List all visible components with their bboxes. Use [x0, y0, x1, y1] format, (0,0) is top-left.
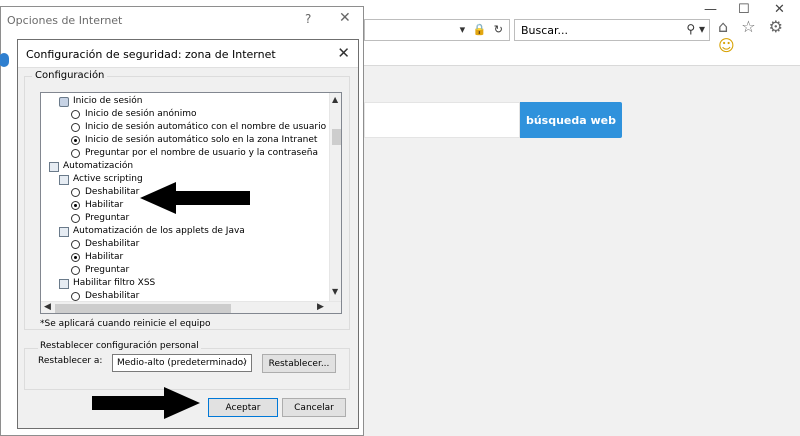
- radio-button-icon[interactable]: [71, 201, 80, 210]
- tree-option[interactable]: Habilitar: [71, 251, 123, 264]
- reset-level-select[interactable]: Medio-alto (predeterminado) ⌵: [112, 354, 252, 372]
- browser-right-icons[interactable]: ⌂ ☆ ⚙ ☺: [718, 17, 800, 55]
- tree-category: Automatización: [49, 160, 133, 173]
- tree-item-label: Inicio de sesión automático solo en la z…: [85, 135, 318, 145]
- smiley-icon[interactable]: ☺: [718, 36, 739, 55]
- radio-button-icon[interactable]: [71, 253, 80, 262]
- tree-item-label: Deshabilitar: [85, 239, 140, 249]
- horizontal-scroll-thumb[interactable]: [55, 304, 231, 313]
- minimize-icon[interactable]: —: [704, 2, 717, 17]
- cancel-button[interactable]: Cancelar: [282, 398, 346, 417]
- dialog-close-icon[interactable]: ✕: [337, 44, 350, 62]
- security-settings-dialog: Configuración de seguridad: zona de Inte…: [17, 39, 359, 429]
- search-icon[interactable]: ⚲ ▾: [686, 22, 705, 36]
- user-icon: [59, 96, 69, 107]
- outer-dialog-title: Opciones de Internet: [7, 14, 123, 27]
- scroll-left-icon[interactable]: ◀: [44, 302, 51, 312]
- tree-item-label: Preguntar: [85, 213, 130, 223]
- radio-button-icon[interactable]: [71, 214, 80, 223]
- tree-category: Inicio de sesión: [59, 95, 142, 108]
- maximize-icon[interactable]: ☐: [738, 2, 750, 17]
- tree-item-label: Habilitar: [85, 200, 124, 210]
- tree-category: Automatización de los applets de Java: [59, 225, 245, 238]
- home-star-gear-icons[interactable]: ⌂ ☆ ⚙: [718, 17, 787, 36]
- settings-folder-icon: [59, 174, 69, 185]
- radio-button-icon[interactable]: [71, 110, 80, 119]
- tree-option[interactable]: Preguntar: [71, 264, 129, 277]
- settings-folder-icon: [49, 161, 59, 172]
- tree-item-label: Inicio de sesión anónimo: [85, 109, 197, 119]
- close-window-icon[interactable]: ✕: [774, 2, 785, 17]
- tree-option[interactable]: Deshabilitar: [71, 238, 139, 251]
- radio-button-icon[interactable]: [71, 266, 80, 275]
- scroll-up-icon[interactable]: ▲: [332, 95, 338, 104]
- reset-group-label: Restablecer configuración personal: [38, 341, 201, 351]
- dialog-title: Configuración de seguridad: zona de Inte…: [26, 48, 276, 61]
- tree-item-label: Inicio de sesión: [73, 96, 143, 106]
- web-search-button[interactable]: búsqueda web: [520, 102, 622, 138]
- tree-item-label: Inicio de sesión automático con el nombr…: [85, 122, 342, 132]
- tree-option[interactable]: Preguntar: [71, 212, 129, 225]
- radio-button-icon[interactable]: [71, 292, 80, 301]
- tree-category: Active scripting: [59, 173, 143, 186]
- tree-option[interactable]: Deshabilitar: [71, 186, 139, 199]
- vertical-scrollbar[interactable]: ▲ ▼: [329, 93, 341, 301]
- restart-note: *Se aplicará cuando reinicie el equipo: [40, 319, 211, 329]
- tree-option[interactable]: Habilitar: [71, 199, 123, 212]
- chevron-down-icon[interactable]: ⌵: [240, 357, 247, 367]
- radio-button-icon[interactable]: [71, 123, 80, 132]
- vertical-scroll-thumb[interactable]: [332, 129, 341, 145]
- scroll-down-icon[interactable]: ▼: [332, 287, 338, 296]
- help-icon[interactable]: ?: [305, 12, 311, 26]
- search-placeholder: Buscar...: [521, 24, 569, 37]
- radio-button-icon[interactable]: [71, 136, 80, 145]
- tree-item-label: Automatización: [63, 161, 134, 171]
- tree-option[interactable]: Inicio de sesión anónimo: [71, 108, 196, 121]
- tree-item-label: Active scripting: [73, 174, 143, 184]
- tree-item-label: Automatización de los applets de Java: [73, 226, 245, 236]
- internet-options-dialog: Opciones de Internet ? ✕ Configuración d…: [0, 6, 364, 436]
- outer-close-icon[interactable]: ✕: [339, 10, 351, 26]
- tree-option[interactable]: Preguntar por el nombre de usuario y la …: [71, 147, 318, 160]
- tree-category: Habilitar filtro XSS: [59, 277, 155, 290]
- horizontal-scrollbar[interactable]: ◀ ▶: [41, 301, 341, 313]
- dialog-titlebar: Configuración de seguridad: zona de Inte…: [18, 40, 358, 68]
- ok-button[interactable]: Aceptar: [208, 398, 278, 417]
- tree-item-label: Preguntar: [85, 265, 130, 275]
- tree-option[interactable]: Inicio de sesión automático con el nombr…: [71, 121, 342, 134]
- radio-button-icon[interactable]: [71, 149, 80, 158]
- address-bar[interactable]: ▾ 🔒 ↻: [364, 19, 510, 41]
- search-input[interactable]: Buscar... ⚲ ▾: [514, 19, 710, 41]
- settings-folder-icon: [59, 226, 69, 237]
- settings-folder-icon: [59, 278, 69, 289]
- annotation-arrow-right-icon: [92, 387, 200, 419]
- tree-item-label: Habilitar: [85, 252, 124, 262]
- annotation-arrow-left-icon: [140, 182, 250, 214]
- tree-option[interactable]: Inicio de sesión automático solo en la z…: [71, 134, 317, 147]
- radio-button-icon[interactable]: [71, 240, 80, 249]
- address-tools-icons[interactable]: ▾ 🔒 ↻: [460, 23, 505, 36]
- scroll-right-icon[interactable]: ▶: [317, 302, 324, 312]
- tree-item-label: Habilitar filtro XSS: [73, 278, 156, 288]
- tree-item-label: Deshabilitar: [85, 187, 140, 197]
- radio-button-icon[interactable]: [71, 188, 80, 197]
- reset-level-value: Medio-alto (predeterminado): [117, 358, 247, 368]
- reset-button[interactable]: Restablecer...: [262, 354, 336, 373]
- settings-group-label: Configuración: [32, 70, 108, 81]
- ie-icon: [0, 53, 9, 67]
- web-search-field[interactable]: [364, 102, 520, 138]
- tree-item-label: Preguntar por el nombre de usuario y la …: [85, 148, 319, 158]
- reset-to-label: Restablecer a:: [38, 356, 103, 366]
